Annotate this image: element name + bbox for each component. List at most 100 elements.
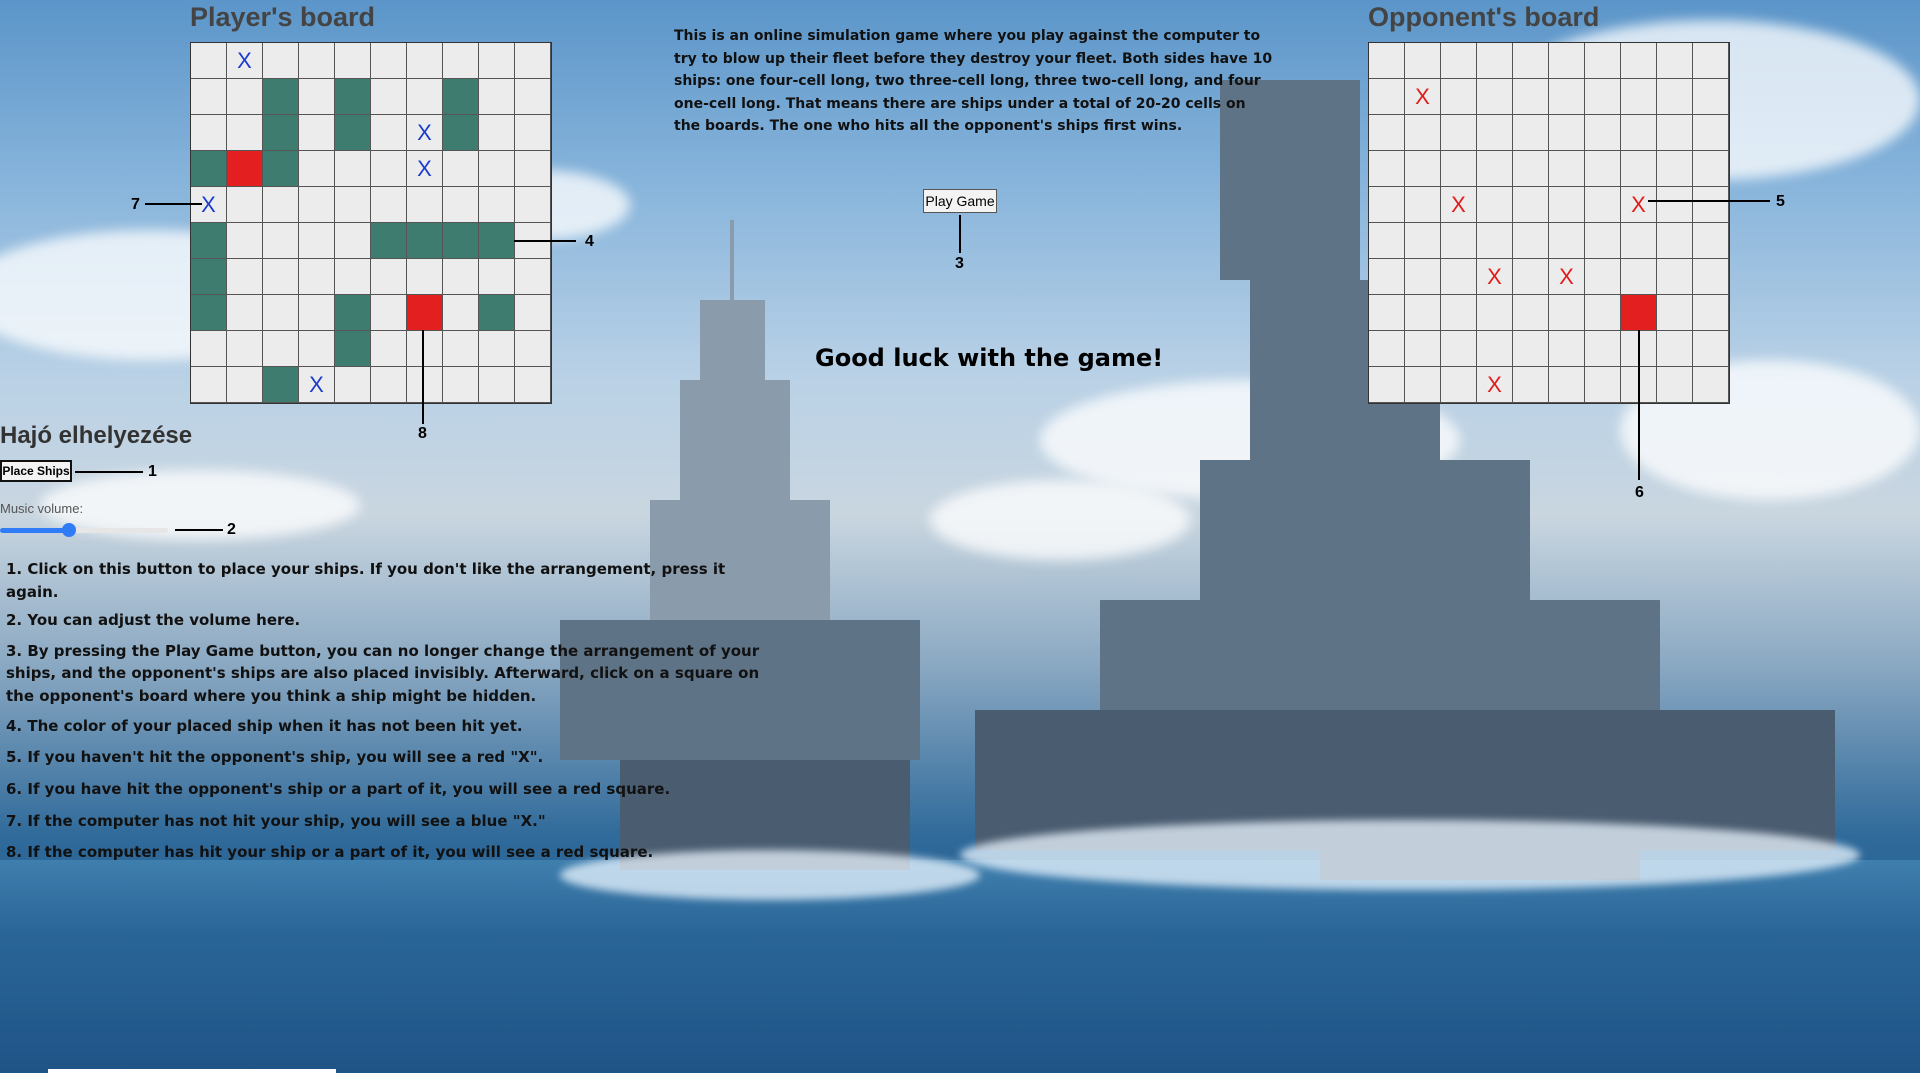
board-cell[interactable] xyxy=(1585,295,1621,331)
board-cell[interactable] xyxy=(1405,331,1441,367)
board-cell[interactable] xyxy=(1693,295,1729,331)
board-cell[interactable] xyxy=(1369,367,1405,403)
board-cell[interactable] xyxy=(1369,115,1405,151)
board-cell[interactable] xyxy=(1513,259,1549,295)
board-cell[interactable] xyxy=(1513,115,1549,151)
board-cell[interactable] xyxy=(1477,151,1513,187)
board-cell[interactable] xyxy=(1369,295,1405,331)
board-cell[interactable] xyxy=(1549,367,1585,403)
board-cell[interactable] xyxy=(1549,43,1585,79)
board-cell[interactable] xyxy=(1477,187,1513,223)
board-cell[interactable] xyxy=(1369,43,1405,79)
miss-cell[interactable]: X xyxy=(1477,259,1513,295)
board-cell[interactable] xyxy=(1585,151,1621,187)
board-cell[interactable] xyxy=(1585,43,1621,79)
board-cell[interactable] xyxy=(1585,367,1621,403)
board-cell[interactable] xyxy=(1621,79,1657,115)
board-cell[interactable] xyxy=(1693,79,1729,115)
miss-cell[interactable]: X xyxy=(1549,259,1585,295)
board-cell[interactable] xyxy=(1657,367,1693,403)
board-cell[interactable] xyxy=(1585,331,1621,367)
board-cell[interactable] xyxy=(1513,43,1549,79)
board-cell[interactable] xyxy=(1477,115,1513,151)
miss-cell[interactable]: X xyxy=(1441,187,1477,223)
board-cell[interactable] xyxy=(1549,223,1585,259)
board-cell[interactable] xyxy=(1513,79,1549,115)
board-cell[interactable] xyxy=(1549,331,1585,367)
board-cell[interactable] xyxy=(1549,79,1585,115)
board-cell[interactable] xyxy=(1585,259,1621,295)
board-cell[interactable] xyxy=(1693,43,1729,79)
board-cell[interactable] xyxy=(1585,79,1621,115)
hit-cell[interactable] xyxy=(1621,295,1657,331)
board-cell[interactable] xyxy=(1441,259,1477,295)
board-cell[interactable] xyxy=(1657,43,1693,79)
board-cell[interactable] xyxy=(1441,79,1477,115)
board-cell[interactable] xyxy=(1657,331,1693,367)
board-cell[interactable] xyxy=(1405,43,1441,79)
miss-cell[interactable]: X xyxy=(1405,79,1441,115)
board-cell[interactable] xyxy=(1657,115,1693,151)
board-cell[interactable] xyxy=(1585,223,1621,259)
board-cell[interactable] xyxy=(1549,187,1585,223)
board-cell[interactable] xyxy=(1621,115,1657,151)
opponent-board[interactable]: XXXXXX xyxy=(1368,42,1730,404)
board-cell[interactable] xyxy=(1513,187,1549,223)
board-cell[interactable] xyxy=(1693,259,1729,295)
board-cell[interactable] xyxy=(1369,223,1405,259)
board-cell[interactable] xyxy=(1693,331,1729,367)
board-cell[interactable] xyxy=(1657,223,1693,259)
board-cell[interactable] xyxy=(1405,259,1441,295)
board-cell[interactable] xyxy=(1549,151,1585,187)
board-cell[interactable] xyxy=(1621,259,1657,295)
board-cell[interactable] xyxy=(1477,331,1513,367)
board-cell[interactable] xyxy=(1549,115,1585,151)
board-cell[interactable] xyxy=(1621,223,1657,259)
board-cell[interactable] xyxy=(1693,367,1729,403)
board-cell[interactable] xyxy=(1657,151,1693,187)
board-cell[interactable] xyxy=(1405,187,1441,223)
board-cell[interactable] xyxy=(1441,115,1477,151)
board-cell[interactable] xyxy=(1621,43,1657,79)
board-cell[interactable] xyxy=(1369,331,1405,367)
slider-thumb[interactable] xyxy=(62,523,76,537)
board-cell[interactable] xyxy=(1441,151,1477,187)
board-cell[interactable] xyxy=(1477,79,1513,115)
board-cell[interactable] xyxy=(1405,223,1441,259)
board-cell[interactable] xyxy=(1441,295,1477,331)
miss-cell[interactable]: X xyxy=(1621,187,1657,223)
board-cell[interactable] xyxy=(1513,151,1549,187)
board-cell[interactable] xyxy=(1513,367,1549,403)
board-cell[interactable] xyxy=(1477,295,1513,331)
board-cell[interactable] xyxy=(1513,295,1549,331)
board-cell[interactable] xyxy=(1693,187,1729,223)
board-cell[interactable] xyxy=(1405,151,1441,187)
board-cell[interactable] xyxy=(1585,115,1621,151)
place-ships-button[interactable]: Place Ships xyxy=(0,460,72,482)
board-cell[interactable] xyxy=(1441,223,1477,259)
board-cell[interactable] xyxy=(1621,151,1657,187)
board-cell[interactable] xyxy=(1477,223,1513,259)
board-cell[interactable] xyxy=(1405,295,1441,331)
board-cell[interactable] xyxy=(1369,79,1405,115)
board-cell[interactable] xyxy=(1693,223,1729,259)
board-cell[interactable] xyxy=(1657,295,1693,331)
board-cell[interactable] xyxy=(1441,43,1477,79)
board-cell[interactable] xyxy=(1441,331,1477,367)
board-cell[interactable] xyxy=(1477,43,1513,79)
board-cell[interactable] xyxy=(1549,295,1585,331)
miss-cell[interactable]: X xyxy=(1477,367,1513,403)
board-cell[interactable] xyxy=(1405,367,1441,403)
board-cell[interactable] xyxy=(1657,259,1693,295)
board-cell[interactable] xyxy=(1657,187,1693,223)
board-cell[interactable] xyxy=(1657,79,1693,115)
play-game-button[interactable]: Play Game xyxy=(923,189,997,213)
board-cell[interactable] xyxy=(1513,331,1549,367)
board-cell[interactable] xyxy=(1513,223,1549,259)
board-cell[interactable] xyxy=(1693,151,1729,187)
board-cell[interactable] xyxy=(1405,115,1441,151)
board-cell[interactable] xyxy=(1369,151,1405,187)
music-volume-slider[interactable] xyxy=(0,522,168,538)
board-cell[interactable] xyxy=(1369,259,1405,295)
board-cell[interactable] xyxy=(1369,187,1405,223)
